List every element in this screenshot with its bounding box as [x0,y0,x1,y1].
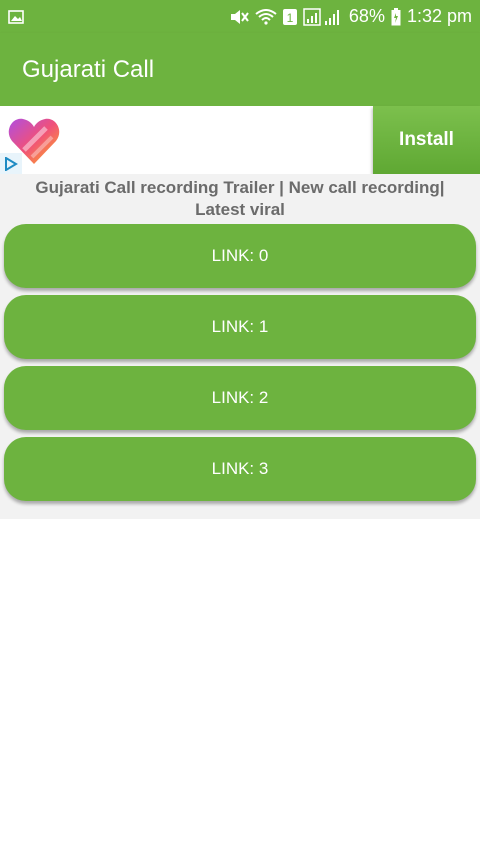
link-button-0[interactable]: LINK: 0 [4,224,476,288]
battery-icon [391,7,401,26]
ad-banner[interactable]: Install [0,106,480,174]
ad-choices-icon[interactable] [0,153,22,174]
app-title: Gujarati Call [22,55,155,83]
status-bar: 1 68% 1:32 pm [0,0,480,33]
wifi-icon [255,8,277,25]
sim-icon: 1 [282,8,297,25]
app-bar: Gujarati Call [0,33,480,106]
page-heading: Gujarati Call recording Trailer | New ca… [35,178,445,219]
svg-text:1: 1 [287,11,294,25]
mute-icon [229,9,249,25]
gallery-icon [8,9,24,24]
link-button-1[interactable]: LINK: 1 [4,295,476,359]
link-button-3[interactable]: LINK: 3 [4,437,476,501]
signal-icon [303,7,343,26]
battery-percent: 68% [348,6,385,26]
link-button-2[interactable]: LINK: 2 [4,366,476,430]
install-button[interactable]: Install [373,106,480,174]
clock: 1:32 pm [406,6,472,26]
